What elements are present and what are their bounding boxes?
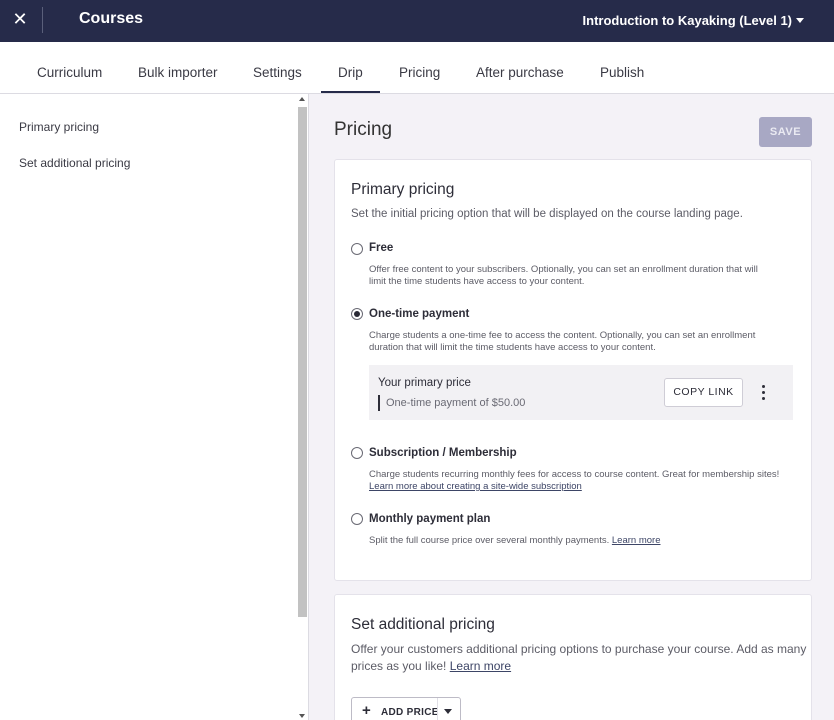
additional-pricing-text: Offer your customers additional pricing … [351,642,807,656]
additional-pricing-text-2-content: prices as you like! [351,659,447,673]
divider [42,7,43,33]
additional-pricing-text-2: prices as you like! Learn more [351,658,511,674]
caret-down-icon[interactable] [796,18,804,23]
top-bar: ✕ Courses Introduction to Kayaking (Leve… [0,0,834,42]
tab-bulk-importer[interactable]: Bulk importer [138,65,218,80]
radio-free[interactable] [351,243,363,255]
tab-bar: Curriculum Bulk importer Settings Drip P… [0,42,834,94]
page-title: Pricing [334,119,393,140]
option-one-time-desc: Charge students a one-time fee to access… [369,330,756,341]
sidebar: Primary pricing Set additional pricing [0,94,309,720]
sidebar-item-primary-pricing[interactable]: Primary pricing [19,120,99,134]
tab-settings[interactable]: Settings [253,65,302,80]
primary-price-title: Your primary price [378,377,471,389]
primary-price-value: One-time payment of $50.00 [386,397,526,409]
close-icon[interactable]: ✕ [10,9,30,29]
additional-learn-more-link[interactable]: Learn more [450,659,511,673]
add-price-label: ADD PRICE [381,707,439,718]
save-button[interactable]: SAVE [759,117,812,147]
option-subscription-label[interactable]: Subscription / Membership [369,447,517,459]
caret-down-icon[interactable] [444,709,452,714]
radio-subscription[interactable] [351,447,363,459]
add-price-button[interactable]: + ADD PRICE [351,697,461,720]
price-accent-bar [378,395,380,411]
add-price-separator [437,698,438,720]
option-monthly-desc-text: Split the full course price over several… [369,535,610,546]
tab-drip[interactable]: Drip [321,65,380,93]
option-free-desc-2: limit the time students have access to y… [369,276,585,287]
copy-link-button[interactable]: COPY LINK [664,378,743,407]
option-free-desc: Offer free content to your subscribers. … [369,264,758,275]
tab-after-purchase[interactable]: After purchase [476,65,564,80]
option-subscription-desc: Charge students recurring monthly fees f… [369,469,780,480]
course-name: Introduction to Kayaking (Level 1) [582,13,792,28]
additional-pricing-heading: Set additional pricing [351,616,495,633]
monthly-learn-more-link[interactable]: Learn more [612,535,661,546]
kebab-menu-icon[interactable] [759,385,769,401]
option-one-time-desc-2: duration that will limit the time studen… [369,342,656,353]
option-one-time-label[interactable]: One-time payment [369,308,469,320]
app-title: Courses [79,10,144,27]
tab-publish[interactable]: Publish [600,65,644,80]
primary-pricing-heading: Primary pricing [351,181,455,198]
tab-curriculum[interactable]: Curriculum [37,65,102,80]
radio-monthly-plan[interactable] [351,513,363,525]
option-free-label[interactable]: Free [369,242,393,254]
subscription-learn-more-link[interactable]: Learn more about creating a site-wide su… [369,481,582,493]
radio-one-time-payment[interactable] [351,308,363,320]
sidebar-item-additional-pricing[interactable]: Set additional pricing [19,156,130,170]
option-monthly-label[interactable]: Monthly payment plan [369,513,490,525]
plus-icon: + [362,702,371,719]
course-selector[interactable]: Introduction to Kayaking (Level 1) [583,13,792,28]
option-monthly-desc: Split the full course price over several… [369,535,660,547]
scroll-up-icon[interactable] [299,97,305,101]
tab-pricing[interactable]: Pricing [399,65,440,80]
scroll-down-icon[interactable] [299,714,305,718]
scrollbar-thumb[interactable] [298,107,307,617]
primary-pricing-subtitle: Set the initial pricing option that will… [351,208,743,220]
